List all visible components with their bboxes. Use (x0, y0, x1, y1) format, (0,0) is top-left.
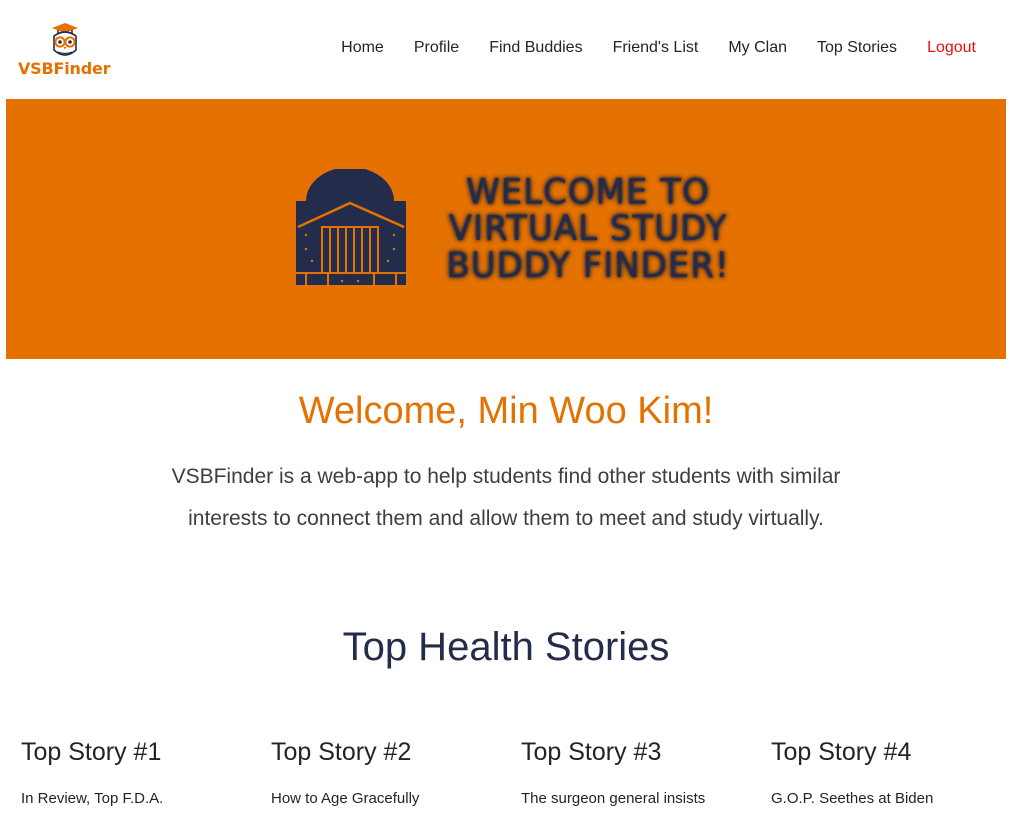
nav-links: Home Profile Find Buddies Friend's List … (311, 38, 976, 58)
story-title: Top Story #1 (21, 738, 162, 766)
story-snippet: The surgeon general insists (521, 790, 706, 807)
top-health-stories-heading: Top Health Stories (342, 625, 670, 669)
brand-link[interactable]: VSBFinder (18, 22, 118, 82)
story-card-1: Top Story #1 In Review, Top F.D.A. (21, 732, 251, 810)
story-snippet: In Review, Top F.D.A. (21, 790, 164, 807)
story-snippet: How to Age Gracefully (271, 790, 420, 807)
nav-logout[interactable]: Logout (927, 38, 976, 58)
nav-my-clan[interactable]: My Clan (728, 38, 787, 58)
story-snippet: G.O.P. Seethes at Biden (771, 790, 934, 807)
welcome-heading: Welcome, Min Woo Kim! (298, 390, 714, 432)
story-card-4: Top Story #4 G.O.P. Seethes at Biden (771, 732, 1001, 810)
story-title: Top Story #2 (271, 738, 412, 766)
brand-name: VSBFinder (18, 59, 111, 78)
owl-logo-icon (48, 22, 82, 60)
stories-grid: Top Story #1 In Review, Top F.D.A. Top S… (0, 732, 1012, 818)
nav-top-stories[interactable]: Top Stories (817, 38, 897, 58)
nav-friends-list[interactable]: Friend's List (613, 38, 699, 58)
nav-profile[interactable]: Profile (414, 38, 459, 58)
nav-find-buddies[interactable]: Find Buddies (489, 38, 582, 58)
hero-banner: Welcome to Virtual Study Buddy Finder! (6, 99, 1006, 359)
rotunda-icon (292, 167, 408, 287)
story-card-2: Top Story #2 How to Age Gracefully (271, 732, 501, 810)
story-title: Top Story #4 (771, 738, 912, 766)
top-navbar: VSBFinder Home Profile Find Buddies Frie… (0, 0, 1012, 99)
hero-title: Welcome to Virtual Study Buddy Finder! (446, 171, 730, 287)
story-title: Top Story #3 (521, 738, 662, 766)
nav-home[interactable]: Home (341, 38, 384, 58)
story-card-3: Top Story #3 The surgeon general insists (521, 732, 751, 810)
intro-text: VSBFinder is a web-app to help students … (171, 465, 841, 530)
